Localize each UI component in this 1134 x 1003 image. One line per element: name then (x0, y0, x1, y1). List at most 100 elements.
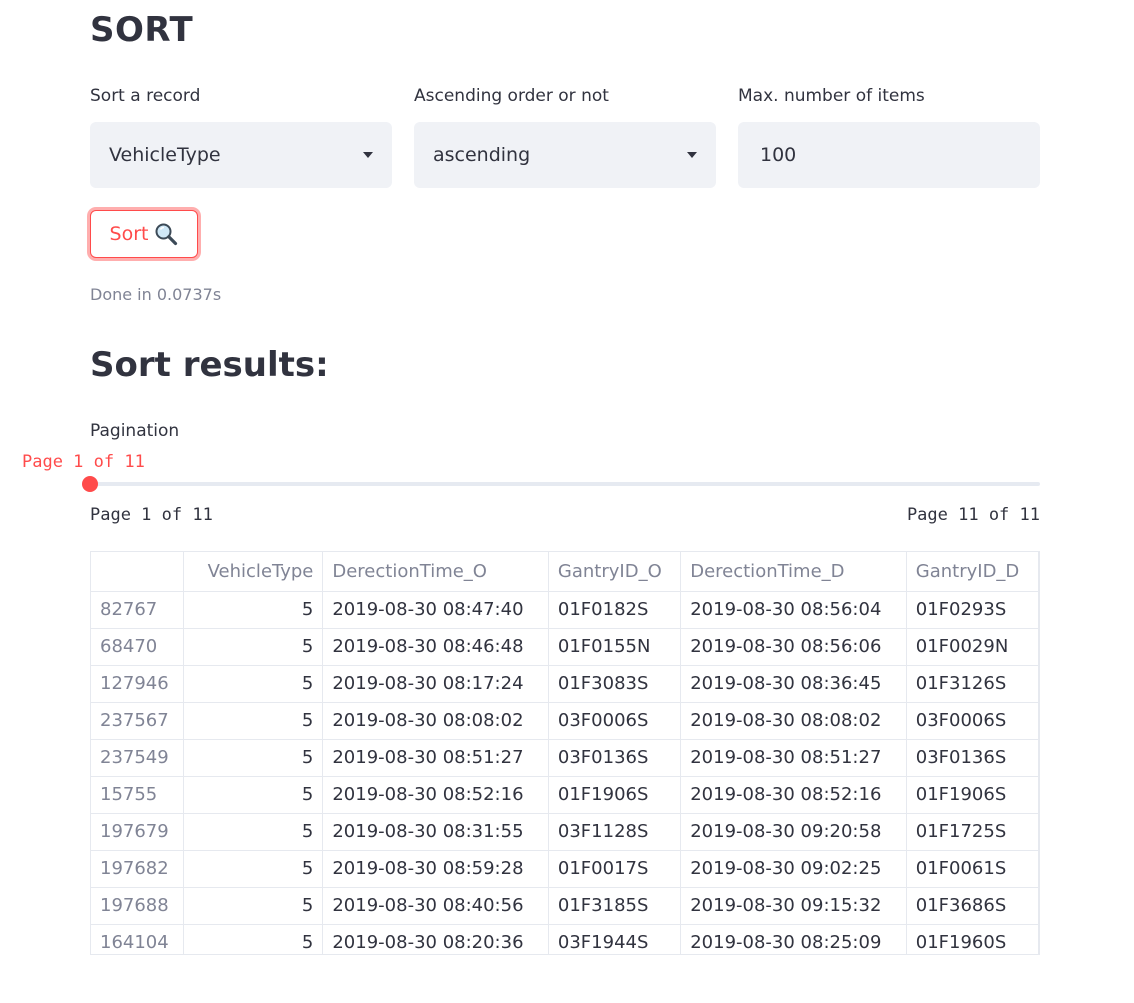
pagination-slider-track[interactable] (90, 482, 1040, 486)
cell-vehicletype: 5 (183, 850, 324, 888)
cell-vehicletype: 5 (183, 591, 324, 629)
row-index: 237567 (91, 702, 185, 740)
table-row: 237549 5 2019-08-30 08:51:27 03F0136S 20… (91, 739, 1039, 777)
cell-derectiontime-o: 2019-08-30 08:20:36 (322, 924, 549, 954)
sort-record-value: VehicleType (109, 144, 221, 166)
cell-vehicletype: 5 (183, 813, 324, 851)
results-table[interactable]: VehicleType DerectionTime_O GantryID_O D… (90, 551, 1040, 955)
cell-derectiontime-d: 2019-08-30 08:51:27 (680, 739, 907, 777)
table-row: 197688 5 2019-08-30 08:40:56 01F3185S 20… (91, 887, 1039, 925)
cell-gantryid-d: 01F3126S (906, 665, 1039, 703)
row-index: 82767 (91, 591, 185, 629)
table-row: 197679 5 2019-08-30 08:31:55 03F1128S 20… (91, 813, 1039, 851)
cell-derectiontime-d: 2019-08-30 08:56:04 (680, 591, 907, 629)
row-index: 15755 (91, 776, 185, 814)
cell-derectiontime-o: 2019-08-30 08:08:02 (322, 702, 549, 740)
cell-derectiontime-d: 2019-08-30 08:08:02 (680, 702, 907, 740)
table-row: 68470 5 2019-08-30 08:46:48 01F0155N 201… (91, 628, 1039, 666)
cell-gantryid-o: 01F0182S (548, 591, 682, 629)
cell-derectiontime-o: 2019-08-30 08:51:27 (322, 739, 549, 777)
results-title: Sort results: (90, 345, 329, 385)
sort-record-label: Sort a record (90, 86, 201, 106)
row-index: 197682 (91, 850, 185, 888)
cell-derectiontime-o: 2019-08-30 08:59:28 (322, 850, 549, 888)
cell-derectiontime-o: 2019-08-30 08:46:48 (322, 628, 549, 666)
order-value: ascending (433, 144, 531, 166)
cell-vehicletype: 5 (183, 739, 324, 777)
table-row: 15755 5 2019-08-30 08:52:16 01F1906S 201… (91, 776, 1039, 814)
status-text: Done in 0.0737s (90, 285, 222, 304)
sort-record-select[interactable]: VehicleType (90, 122, 392, 188)
table-row: 127946 5 2019-08-30 08:17:24 01F3083S 20… (91, 665, 1039, 703)
column-header-derectiontime-d[interactable]: DerectionTime_D (680, 552, 907, 592)
cell-derectiontime-o: 2019-08-30 08:40:56 (322, 887, 549, 925)
table-row: 164104 5 2019-08-30 08:20:36 03F1944S 20… (91, 924, 1039, 954)
cell-derectiontime-d: 2019-08-30 08:56:06 (680, 628, 907, 666)
magnifying-glass-icon (155, 223, 178, 246)
cell-gantryid-d: 01F0029N (906, 628, 1039, 666)
row-index: 197679 (91, 813, 185, 851)
slider-max-label: Page 11 of 11 (906, 505, 1040, 525)
cell-gantryid-d: 01F3686S (906, 887, 1039, 925)
column-header-derectiontime-o[interactable]: DerectionTime_O (322, 552, 549, 592)
cell-derectiontime-d: 2019-08-30 08:52:16 (680, 776, 907, 814)
sort-button[interactable]: Sort (90, 210, 198, 258)
cell-gantryid-d: 01F0293S (906, 591, 1039, 629)
cell-derectiontime-o: 2019-08-30 08:31:55 (322, 813, 549, 851)
cell-gantryid-o: 03F0006S (548, 702, 682, 740)
chevron-down-icon (363, 152, 373, 158)
cell-vehicletype: 5 (183, 776, 324, 814)
table-row: 237567 5 2019-08-30 08:08:02 03F0006S 20… (91, 702, 1039, 740)
cell-gantryid-o: 03F1944S (548, 924, 682, 954)
cell-derectiontime-d: 2019-08-30 09:02:25 (680, 850, 907, 888)
row-index: 197688 (91, 887, 185, 925)
cell-gantryid-o: 01F3083S (548, 665, 682, 703)
cell-gantryid-o: 01F0155N (548, 628, 682, 666)
order-select[interactable]: ascending (414, 122, 716, 188)
max-items-label: Max. number of items (738, 86, 925, 106)
row-index: 127946 (91, 665, 185, 703)
pagination-label: Pagination (90, 421, 180, 441)
pagination-slider-thumb[interactable] (82, 476, 98, 492)
cell-vehicletype: 5 (183, 887, 324, 925)
cell-derectiontime-o: 2019-08-30 08:47:40 (322, 591, 549, 629)
chevron-down-icon (687, 152, 697, 158)
cell-gantryid-d: 03F0136S (906, 739, 1039, 777)
table-row: 82767 5 2019-08-30 08:47:40 01F0182S 201… (91, 591, 1039, 629)
max-items-input[interactable]: 100 (738, 122, 1040, 188)
row-index: 237549 (91, 739, 185, 777)
cell-derectiontime-d: 2019-08-30 09:20:58 (680, 813, 907, 851)
cell-gantryid-d: 01F0061S (906, 850, 1039, 888)
table-header-row: VehicleType DerectionTime_O GantryID_O D… (91, 552, 1039, 592)
table-row: 197682 5 2019-08-30 08:59:28 01F0017S 20… (91, 850, 1039, 888)
cell-vehicletype: 5 (183, 924, 324, 954)
row-index: 164104 (91, 924, 185, 954)
cell-vehicletype: 5 (183, 702, 324, 740)
cell-derectiontime-d: 2019-08-30 08:36:45 (680, 665, 907, 703)
cell-vehicletype: 5 (183, 665, 324, 703)
cell-derectiontime-o: 2019-08-30 08:52:16 (322, 776, 549, 814)
cell-gantryid-d: 03F0006S (906, 702, 1039, 740)
column-header-index[interactable] (91, 552, 185, 592)
cell-gantryid-o: 01F1906S (548, 776, 682, 814)
row-index: 68470 (91, 628, 185, 666)
sort-page: SORT Sort a record Ascending order or no… (0, 0, 1134, 1003)
cell-derectiontime-o: 2019-08-30 08:17:24 (322, 665, 549, 703)
max-items-value: 100 (760, 144, 797, 166)
sort-button-label: Sort (109, 223, 149, 245)
column-header-vehicletype[interactable]: VehicleType (183, 552, 324, 592)
cell-gantryid-o: 03F1128S (548, 813, 682, 851)
cell-gantryid-o: 03F0136S (548, 739, 682, 777)
cell-derectiontime-d: 2019-08-30 08:25:09 (680, 924, 907, 954)
page-title: SORT (90, 10, 194, 50)
cell-gantryid-d: 01F1906S (906, 776, 1039, 814)
cell-gantryid-o: 01F0017S (548, 850, 682, 888)
slider-min-label: Page 1 of 11 (90, 505, 213, 525)
order-label: Ascending order or not (414, 86, 609, 106)
cell-derectiontime-d: 2019-08-30 09:15:32 (680, 887, 907, 925)
cell-gantryid-d: 01F1960S (906, 924, 1039, 954)
column-header-gantryid-d[interactable]: GantryID_D (906, 552, 1039, 592)
column-header-gantryid-o[interactable]: GantryID_O (548, 552, 682, 592)
cell-vehicletype: 5 (183, 628, 324, 666)
cell-gantryid-d: 01F1725S (906, 813, 1039, 851)
